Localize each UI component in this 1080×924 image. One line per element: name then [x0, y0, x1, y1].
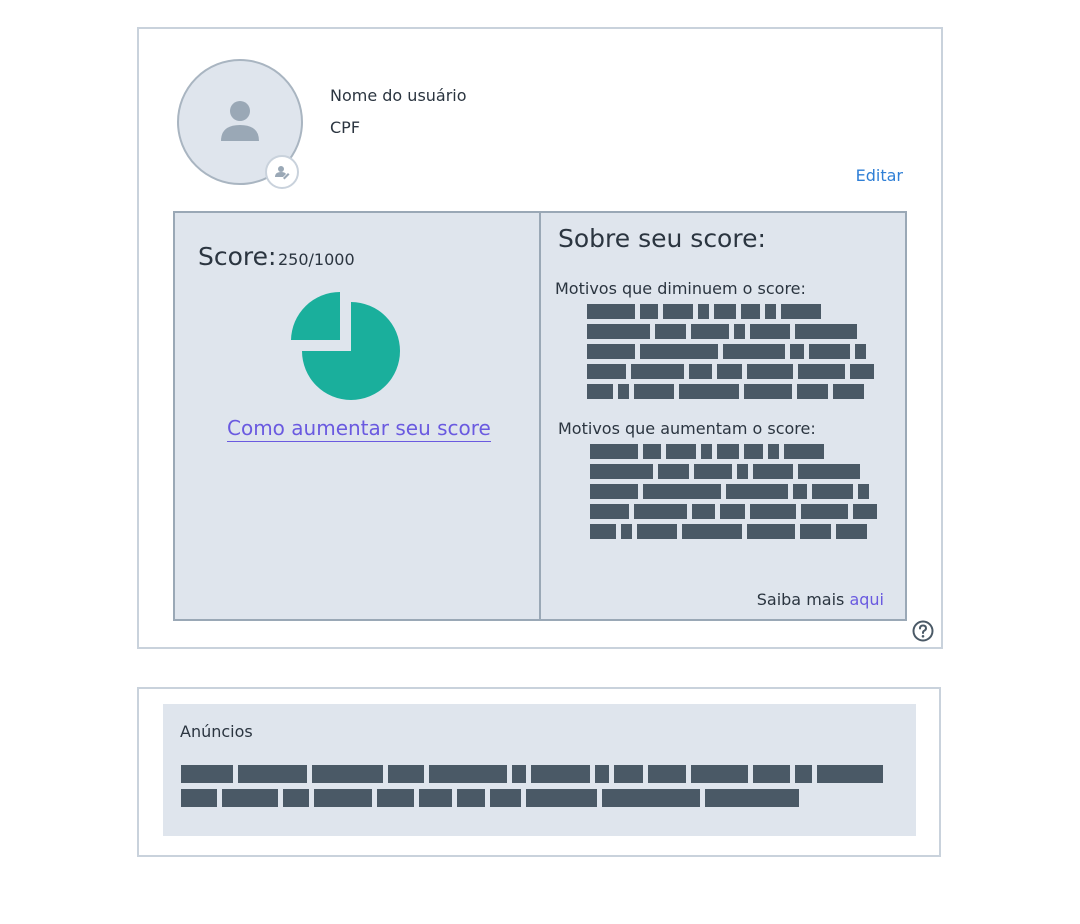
- edit-link[interactable]: Editar: [856, 166, 903, 185]
- increase-reasons-label: Motivos que aumentam o score:: [558, 419, 816, 438]
- learn-more-link[interactable]: aqui: [849, 590, 884, 609]
- improve-score-link[interactable]: Como aumentar seu score: [227, 416, 491, 442]
- avatar-edit-button[interactable]: [265, 155, 299, 189]
- about-score-title: Sobre seu score:: [558, 224, 766, 253]
- score-label: Score:: [198, 242, 277, 271]
- pie-slice-highlight: [291, 292, 340, 340]
- score-pie-chart: [291, 292, 400, 400]
- score-value: 250/1000: [278, 250, 355, 269]
- ads-title: Anúncios: [180, 722, 253, 741]
- score-divider: [539, 212, 541, 620]
- learn-more-prefix: Saiba mais: [756, 590, 845, 609]
- user-name: Nome do usuário: [330, 86, 467, 105]
- decrease-reasons-label: Motivos que diminuem o score:: [555, 279, 806, 298]
- question-circle-icon[interactable]: [912, 620, 934, 642]
- user-edit-icon: [275, 166, 290, 180]
- learn-more: Saiba mais aqui: [757, 590, 884, 609]
- user-cpf: CPF: [330, 118, 361, 137]
